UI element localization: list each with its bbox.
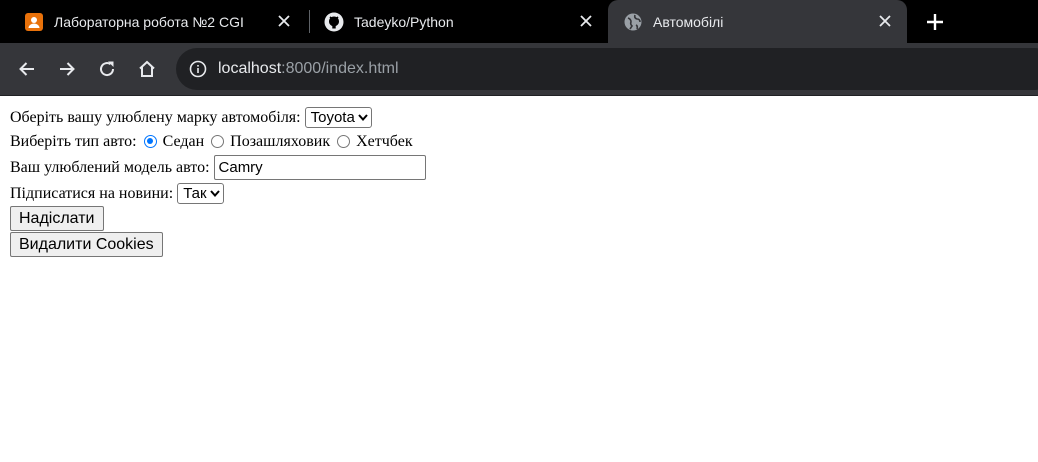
brand-selected-value: Toyota <box>310 109 355 126</box>
reload-icon[interactable] <box>93 55 121 83</box>
github-icon <box>324 12 344 32</box>
new-tab-icon[interactable] <box>921 8 949 36</box>
subscribe-label: Підписатися на новини: <box>10 184 174 202</box>
user-badge-icon <box>24 12 44 32</box>
chevron-down-icon <box>358 114 368 121</box>
tab-title: Tadeyko/Python <box>354 13 454 30</box>
close-tab-icon[interactable] <box>877 13 893 29</box>
brand-label: Оберіть вашу улюблену марку автомобіля: <box>10 108 301 126</box>
model-label: Ваш улюблений модель авто: <box>10 158 210 176</box>
radio-sedan[interactable] <box>143 134 157 148</box>
tab-strip: Лабораторна робота №2 CGI Tadeyko/Python… <box>0 0 1038 43</box>
radio-hatchback-label: Хетчбек <box>356 133 413 150</box>
radio-suv-label: Позашляховик <box>230 133 331 150</box>
type-label: Виберіть тип авто: <box>10 133 137 150</box>
subscribe-select[interactable]: Так <box>177 183 224 204</box>
tab-lab-cgi[interactable]: Лабораторна робота №2 CGI <box>16 0 306 43</box>
info-icon[interactable] <box>189 60 207 78</box>
model-input[interactable]: Camry <box>213 155 426 180</box>
radio-hatchback[interactable] <box>337 134 351 148</box>
url-text[interactable]: localhost:8000/index.html <box>218 60 399 78</box>
model-row: Ваш улюблений модель авто: Camry <box>10 155 426 180</box>
delete-cookies-button[interactable]: Видалити Cookies <box>10 232 163 257</box>
address-bar[interactable]: localhost:8000/index.html <box>176 48 1038 90</box>
forward-arrow-icon[interactable] <box>53 55 81 83</box>
chevron-down-icon <box>209 190 220 197</box>
tab-avtomobili[interactable]: Автомобілі <box>608 0 907 43</box>
close-tab-icon[interactable] <box>276 13 292 29</box>
tab-github[interactable]: Tadeyko/Python <box>312 0 608 43</box>
home-icon[interactable] <box>133 55 161 83</box>
tab-separator <box>309 10 310 33</box>
tab-title: Лабораторна робота №2 CGI <box>54 13 244 30</box>
brand-row: Оберіть вашу улюблену марку автомобіля: … <box>10 107 372 128</box>
tab-title: Автомобілі <box>653 13 724 30</box>
url-host: localhost <box>218 60 282 77</box>
type-row: Виберіть тип авто: Седан Позашляховик Хе… <box>10 133 413 151</box>
browser-toolbar: localhost:8000/index.html <box>0 43 1038 95</box>
globe-icon <box>623 12 643 32</box>
page-content: Оберіть вашу улюблену марку автомобіля: … <box>0 96 1038 462</box>
radio-suv[interactable] <box>211 134 225 148</box>
subscribe-row: Підписатися на новини: Так <box>10 183 224 204</box>
radio-sedan-label: Седан <box>162 133 205 150</box>
back-arrow-icon[interactable] <box>13 55 41 83</box>
subscribe-selected-value: Так <box>183 185 207 202</box>
submit-button[interactable]: Надіслати <box>10 206 104 231</box>
brand-select[interactable]: Toyota <box>304 107 372 128</box>
close-tab-icon[interactable] <box>578 13 594 29</box>
url-path: :8000/index.html <box>281 60 399 77</box>
